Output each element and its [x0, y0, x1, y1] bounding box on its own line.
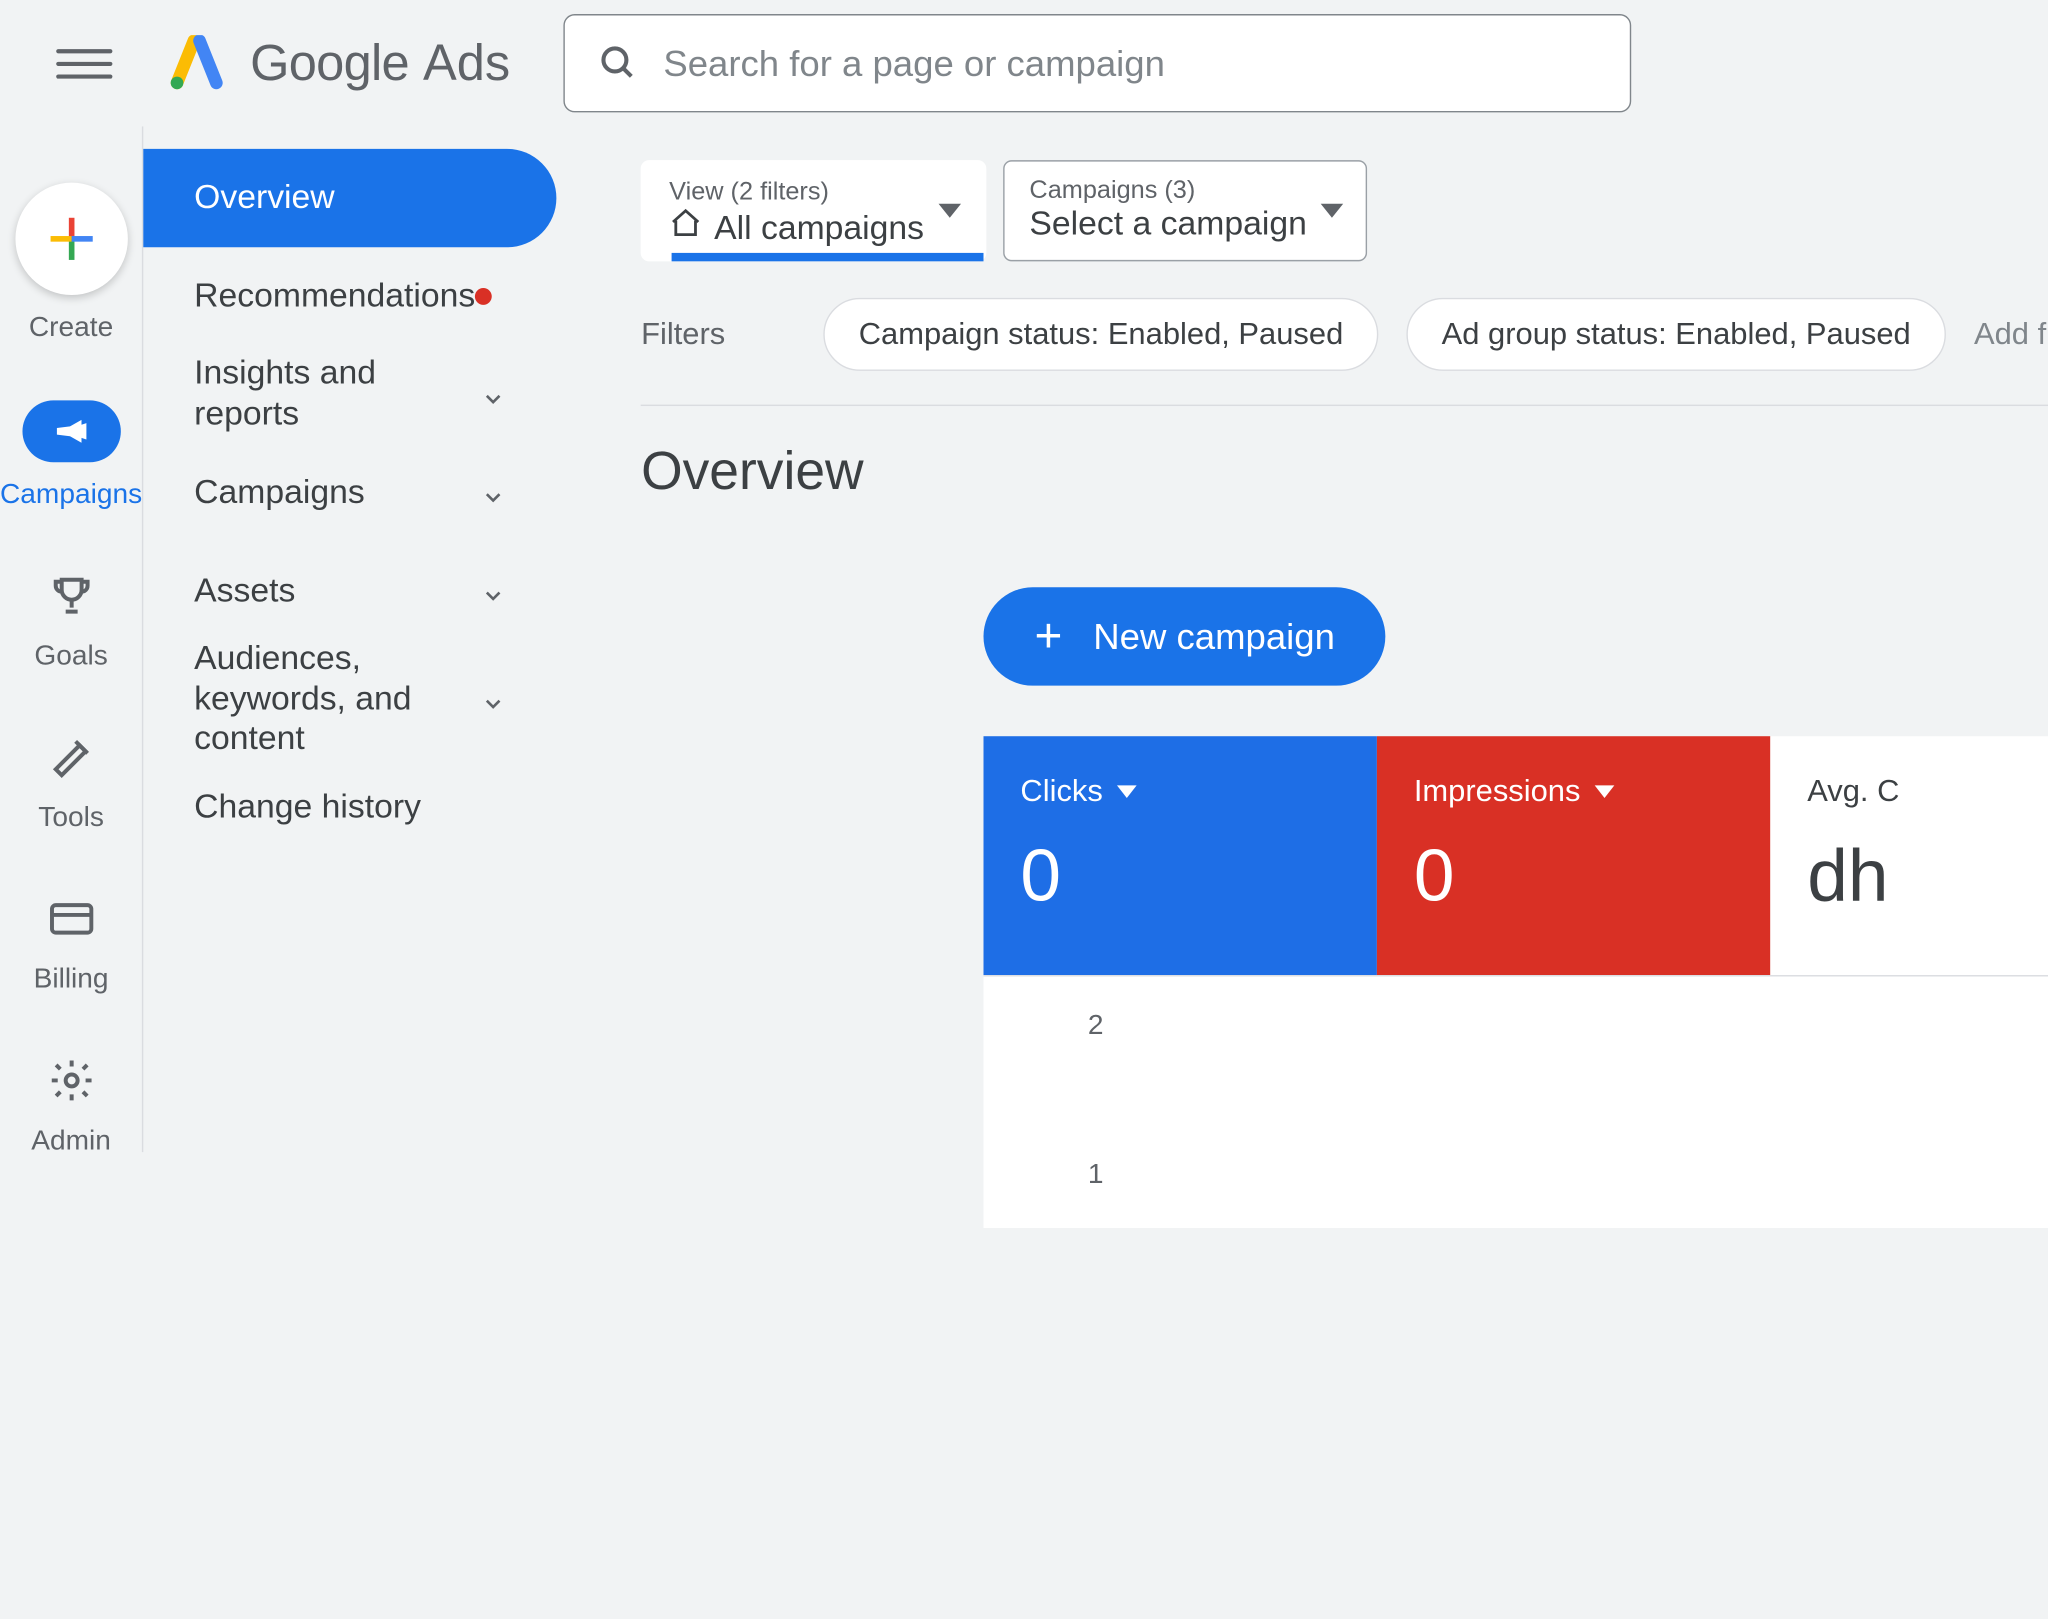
view-selector-label: View (2 filters) — [669, 177, 924, 207]
brand-ads: Ads — [423, 34, 510, 93]
home-icon — [669, 207, 703, 251]
sidebar-assets[interactable]: Assets — [144, 542, 557, 640]
chart-ytick: 2 — [1088, 1010, 1104, 1042]
rail-admin[interactable]: Admin — [31, 1052, 111, 1157]
stat-card-avg[interactable]: Avg. C dh — [1771, 736, 2048, 975]
add-filter-button[interactable]: Add filter — [1974, 316, 2048, 353]
plus-icon: + — [1034, 613, 1062, 661]
stat-impressions-value: 0 — [1414, 835, 1734, 919]
dropdown-caret-icon — [1321, 204, 1343, 218]
rail-billing[interactable]: Billing — [34, 891, 109, 996]
campaign-selector-label: Campaigns (3) — [1029, 176, 1306, 206]
menu-icon[interactable] — [56, 35, 112, 91]
chevron-down-icon — [481, 382, 506, 407]
sidebar-change-history[interactable]: Change history — [144, 759, 557, 857]
sidebar-audiences[interactable]: Audiences, keywords, and content — [144, 641, 557, 759]
plus-icon — [50, 218, 92, 260]
search-input[interactable]: Search for a page or campaign — [564, 14, 1632, 112]
dropdown-caret-icon — [1594, 785, 1614, 798]
overview-chart: 2 1 — [984, 975, 2048, 1228]
tools-icon — [43, 729, 99, 785]
sidebar-insights[interactable]: Insights and reports — [144, 346, 557, 444]
rail-admin-label: Admin — [31, 1125, 111, 1157]
brand-google: Google — [250, 34, 409, 93]
dropdown-caret-icon — [938, 204, 960, 218]
rail-campaigns-label: Campaigns — [0, 479, 142, 511]
rail-goals[interactable]: Goals — [34, 568, 107, 673]
rail-goals-label: Goals — [34, 641, 107, 673]
brand-logo[interactable]: Google Ads — [169, 34, 511, 93]
rail-billing-label: Billing — [34, 964, 109, 996]
filter-chip-campaign-status[interactable]: Campaign status: Enabled, Paused — [824, 298, 1379, 371]
dropdown-caret-icon — [1117, 785, 1137, 798]
chart-ytick: 1 — [1088, 1159, 1104, 1191]
rail-tools[interactable]: Tools — [38, 729, 104, 834]
new-campaign-label: New campaign — [1093, 615, 1335, 659]
divider — [641, 405, 2048, 406]
card-icon — [43, 891, 99, 947]
view-selector-value: All campaigns — [714, 209, 924, 248]
stat-card-clicks[interactable]: Clicks 0 — [984, 736, 1377, 975]
sidebar-campaigns[interactable]: Campaigns — [144, 444, 557, 542]
stat-clicks-value: 0 — [1020, 835, 1340, 919]
search-icon — [599, 44, 638, 83]
rail-campaigns[interactable]: Campaigns — [0, 400, 142, 511]
rail-create[interactable]: Create — [15, 183, 127, 345]
rail-create-label: Create — [29, 312, 113, 344]
chevron-down-icon — [481, 579, 506, 604]
gear-icon — [43, 1052, 99, 1108]
notification-dot-icon — [475, 288, 492, 305]
new-campaign-button[interactable]: + New campaign — [984, 587, 1386, 685]
sidebar-overview[interactable]: Overview — [144, 149, 557, 247]
ads-logo-icon — [169, 35, 225, 91]
stat-avg-value: dh — [1807, 835, 2048, 919]
stat-card-impressions[interactable]: Impressions 0 — [1377, 736, 1770, 975]
trophy-icon — [43, 568, 99, 624]
megaphone-icon — [22, 400, 120, 462]
sidebar-recommendations[interactable]: Recommendations — [144, 247, 557, 345]
chevron-down-icon — [481, 481, 506, 506]
filters-label: Filters — [641, 316, 725, 353]
filter-chip-adgroup-status[interactable]: Ad group status: Enabled, Paused — [1406, 298, 1945, 371]
search-placeholder: Search for a page or campaign — [663, 41, 1165, 85]
rail-tools-label: Tools — [38, 802, 104, 834]
campaign-selector[interactable]: Campaigns (3) Select a campaign — [1003, 160, 1368, 261]
page-title: Overview — [641, 443, 2048, 503]
chevron-down-icon — [481, 687, 506, 712]
view-selector[interactable]: View (2 filters) All campaigns — [641, 160, 986, 261]
campaign-selector-value: Select a campaign — [1029, 205, 1306, 244]
